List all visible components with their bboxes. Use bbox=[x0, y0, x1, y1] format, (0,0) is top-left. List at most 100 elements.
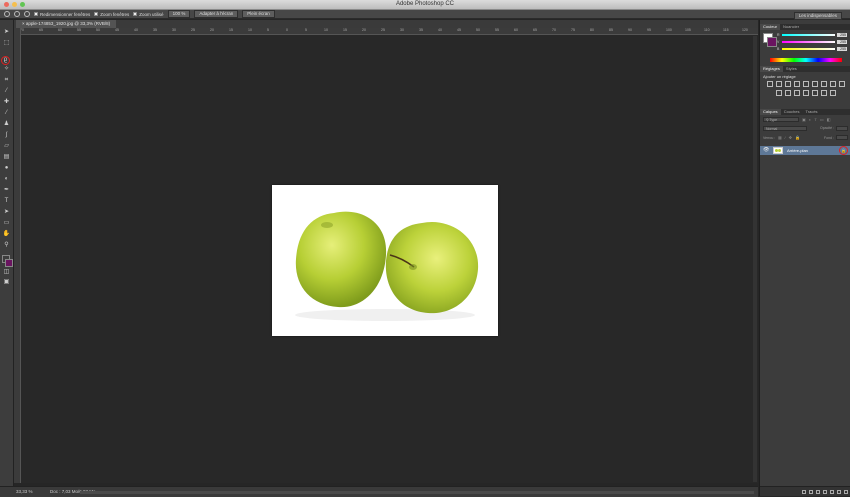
document-tab[interactable]: × apple-174853_1920.jpg @ 33,3% (RVB/8) bbox=[16, 20, 117, 28]
color-balance-icon[interactable] bbox=[821, 81, 827, 87]
vertical-scrollbar[interactable] bbox=[753, 36, 757, 482]
opacity-field[interactable] bbox=[836, 126, 848, 131]
tab-styles[interactable]: Styles bbox=[783, 66, 800, 72]
curves-icon[interactable] bbox=[785, 81, 791, 87]
ruler-label: 45 bbox=[115, 28, 119, 32]
ruler-label: 10 bbox=[248, 28, 252, 32]
zoom-in-icon[interactable] bbox=[14, 11, 20, 17]
fit-screen-button[interactable]: Adapter à l'écran bbox=[194, 10, 239, 18]
marquee-tool-icon[interactable]: ⬚ bbox=[2, 40, 11, 47]
ruler-label: 65 bbox=[39, 28, 43, 32]
new-adjustment-icon[interactable] bbox=[823, 489, 827, 494]
red-slider[interactable]: R 255 bbox=[777, 33, 849, 37]
invert-icon[interactable] bbox=[794, 90, 800, 96]
link-layers-icon[interactable] bbox=[802, 489, 806, 494]
layer-filter-select[interactable]: ⚲ Type bbox=[763, 117, 799, 122]
history-brush-tool-icon[interactable]: ∫ bbox=[2, 132, 11, 139]
resize-windows-checkbox[interactable]: Redimensionner fenêtres bbox=[34, 12, 90, 17]
ruler-label: 25 bbox=[191, 28, 195, 32]
path-selection-tool-icon[interactable]: ➤ bbox=[2, 209, 11, 216]
green-slider[interactable]: V 255 bbox=[777, 40, 849, 44]
healing-brush-tool-icon[interactable]: ✚ bbox=[2, 99, 11, 106]
tab-paths[interactable]: Tracés bbox=[802, 109, 820, 115]
fill-screen-button[interactable]: Plein écran bbox=[242, 10, 275, 18]
eye-icon[interactable]: 👁 bbox=[763, 147, 769, 153]
gradient-map-icon[interactable] bbox=[821, 90, 827, 96]
new-group-icon[interactable] bbox=[830, 489, 834, 494]
ruler-label: 115 bbox=[723, 28, 729, 32]
scrubby-zoom-checkbox[interactable]: Zoom utilisé bbox=[133, 12, 164, 17]
zoom-tool-preset-icon[interactable] bbox=[4, 11, 10, 17]
workspace-switcher[interactable]: Les indispensables bbox=[793, 11, 842, 20]
tab-color[interactable]: Couleur bbox=[760, 24, 781, 30]
eyedropper-tool-icon[interactable]: ⁄ bbox=[2, 88, 11, 95]
document-image[interactable] bbox=[272, 185, 498, 336]
gradient-tool-icon[interactable]: ▤ bbox=[2, 154, 11, 161]
posterize-icon[interactable] bbox=[803, 90, 809, 96]
eraser-tool-icon[interactable]: ▱ bbox=[2, 143, 11, 150]
ruler-label: 5 bbox=[267, 28, 269, 32]
tab-swatches[interactable]: Nuancier bbox=[780, 24, 802, 30]
vibrance-icon[interactable] bbox=[803, 81, 809, 87]
ruler-label: 85 bbox=[609, 28, 613, 32]
zoom-100-button[interactable]: 100 % bbox=[167, 10, 191, 18]
ruler-label: 55 bbox=[77, 28, 81, 32]
zoom-field[interactable]: 33,33 % bbox=[16, 489, 33, 494]
brush-tool-icon[interactable]: ⁄ bbox=[2, 110, 11, 117]
ruler-label: 105 bbox=[685, 28, 691, 32]
hand-tool-icon[interactable]: ✋ bbox=[2, 231, 11, 238]
lock-icons[interactable]: ▦ ⁄ ✥ 🔒 bbox=[778, 135, 801, 140]
black-white-icon[interactable] bbox=[830, 81, 836, 87]
new-layer-icon[interactable] bbox=[837, 489, 841, 494]
add-mask-icon[interactable] bbox=[816, 489, 820, 494]
color-ramp[interactable] bbox=[770, 58, 842, 62]
type-tool-icon[interactable]: T bbox=[2, 198, 11, 205]
quick-mask-icon[interactable]: ◫ bbox=[2, 269, 11, 276]
fill-field[interactable] bbox=[836, 135, 848, 140]
exposure-icon[interactable] bbox=[794, 81, 800, 87]
ruler-label: 25 bbox=[381, 28, 385, 32]
quick-selection-tool-icon[interactable]: ✧ bbox=[2, 66, 11, 73]
levels-icon[interactable] bbox=[776, 81, 782, 87]
lasso-tool-icon[interactable]: ϱ bbox=[1, 56, 10, 65]
lock-icon[interactable]: 🔒 bbox=[839, 146, 848, 155]
ruler-label: 35 bbox=[419, 28, 423, 32]
horizontal-scrollbar[interactable] bbox=[80, 491, 754, 494]
color-lookup-icon[interactable] bbox=[785, 90, 791, 96]
ruler-label: 90 bbox=[628, 28, 632, 32]
tab-channels[interactable]: Couches bbox=[781, 109, 803, 115]
blue-slider[interactable]: B 255 bbox=[777, 47, 849, 51]
selective-color-icon[interactable] bbox=[830, 90, 836, 96]
zoom-tool-icon[interactable]: ⚲ bbox=[2, 242, 11, 249]
crop-tool-icon[interactable]: ⌗ bbox=[2, 77, 11, 84]
color-panel-background-swatch[interactable] bbox=[767, 37, 777, 47]
pen-tool-icon[interactable]: ✒ bbox=[2, 187, 11, 194]
dodge-tool-icon[interactable]: ◐ bbox=[2, 176, 11, 183]
tab-adjustments[interactable]: Réglages bbox=[760, 66, 783, 72]
brightness-icon[interactable] bbox=[767, 81, 773, 87]
photo-filter-icon[interactable] bbox=[839, 81, 845, 87]
app-title: Adobe Photoshop CC bbox=[395, 1, 455, 7]
ruler-label: 35 bbox=[153, 28, 157, 32]
blend-mode-select[interactable]: Normal bbox=[763, 126, 807, 131]
channel-mixer-icon[interactable] bbox=[776, 90, 782, 96]
rectangle-tool-icon[interactable]: ▭ bbox=[2, 220, 11, 227]
layer-filter-icons[interactable]: ▣ ◐ T ▭ ◧ bbox=[802, 117, 832, 122]
threshold-icon[interactable] bbox=[812, 90, 818, 96]
trash-icon[interactable] bbox=[844, 489, 848, 494]
move-tool-icon[interactable]: ➤ bbox=[2, 29, 11, 36]
zoom-all-windows-checkbox[interactable]: Zoom fenêtres bbox=[94, 12, 129, 17]
background-color-swatch[interactable] bbox=[5, 259, 13, 267]
clone-stamp-tool-icon[interactable]: ♟ bbox=[2, 121, 11, 128]
layer-row[interactable]: 👁 Arrière-plan 🔒 bbox=[760, 146, 850, 155]
layer-style-icon[interactable] bbox=[809, 489, 813, 494]
layer-name[interactable]: Arrière-plan bbox=[787, 148, 808, 153]
ruler-label: 60 bbox=[58, 28, 62, 32]
zoom-out-icon[interactable] bbox=[24, 11, 30, 17]
ruler-label: 75 bbox=[571, 28, 575, 32]
tab-layers[interactable]: Calques bbox=[760, 109, 781, 115]
ruler-label: 65 bbox=[533, 28, 537, 32]
blur-tool-icon[interactable]: ● bbox=[2, 165, 11, 172]
hue-saturation-icon[interactable] bbox=[812, 81, 818, 87]
screen-mode-icon[interactable]: ▣ bbox=[2, 279, 11, 286]
